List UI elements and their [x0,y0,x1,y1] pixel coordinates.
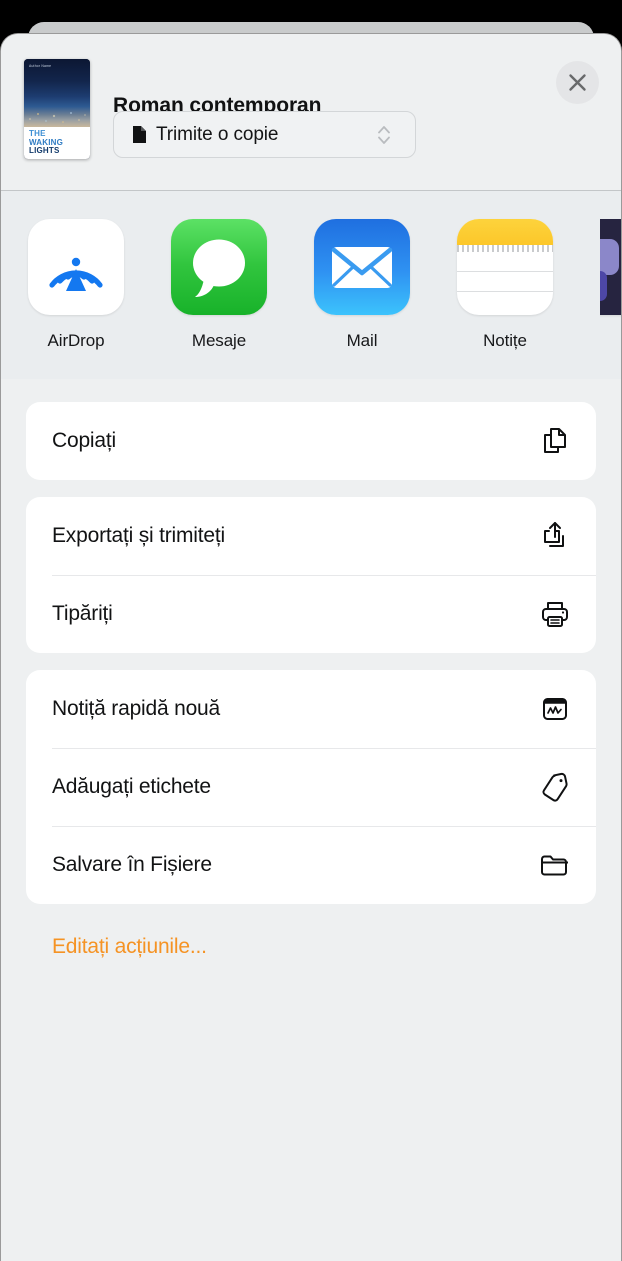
notes-icon [457,219,553,315]
action-group-3: Notiță rapidă nouă Adăugați etichete Sal… [26,670,596,904]
share-target-label: Notițe [483,331,527,350]
share-icon [537,518,573,554]
close-button[interactable] [556,61,599,104]
share-target-label: AirDrop [47,331,105,350]
folder-icon [537,847,573,883]
action-row-export-send[interactable]: Exportați și trimiteți [26,497,596,575]
action-group-2: Exportați și trimiteți Tipăriți [26,497,596,653]
sheet-header: Author Name THE WAKING LIGHTS Roman cont… [1,34,621,191]
cover-city-lights [24,107,90,127]
app-share-targets: AirDrop Mesaje Mail Notițe [1,191,621,379]
airdrop-icon [28,219,124,315]
book-cover-thumbnail: Author Name THE WAKING LIGHTS [24,59,90,159]
share-target-airdrop[interactable]: AirDrop [28,219,124,379]
partial-app-icon [600,219,621,315]
format-selector-value: Trimite o copie [156,123,279,145]
action-row-save-to-files[interactable]: Salvare în Fișiere [26,826,596,904]
share-target-partial[interactable] [600,219,621,379]
cover-title-band: THE WAKING LIGHTS [24,127,90,159]
document-icon [133,126,146,143]
notes-rule-line [457,271,553,272]
share-target-label: Mail [346,331,378,350]
notes-perforation [457,245,553,252]
share-target-messages[interactable]: Mesaje [171,219,267,379]
copy-icon [537,423,573,459]
share-target-notes[interactable]: Notițe [457,219,553,379]
cover-author: Author Name [29,64,52,68]
format-selector[interactable]: Trimite o copie [113,111,416,158]
quick-note-icon [537,691,573,727]
cover-title-line-3: LIGHTS [29,146,60,155]
action-groups: Copiați Exportați și trimiteți Tipăriți … [1,402,621,959]
close-icon [569,74,586,91]
notes-rule-line [457,291,553,292]
action-row-copy[interactable]: Copiați [26,402,596,480]
action-row-add-tags[interactable]: Adăugați etichete [26,748,596,826]
printer-icon [537,596,573,632]
tag-icon [537,769,573,805]
action-row-label: Adăugați etichete [52,775,211,798]
action-row-label: Copiați [52,429,116,452]
action-row-label: Notiță rapidă nouă [52,697,221,720]
action-row-quick-note[interactable]: Notiță rapidă nouă [26,670,596,748]
messages-icon [171,219,267,315]
action-row-print[interactable]: Tipăriți [26,575,596,653]
notes-top-band [457,219,553,245]
action-row-label: Exportați și trimiteți [52,524,225,547]
chevron-up-down-icon [378,125,390,144]
action-group-1: Copiați [26,402,596,480]
cover-title: THE WAKING LIGHTS [29,129,63,156]
share-sheet-screen: Author Name THE WAKING LIGHTS Roman cont… [0,0,622,1261]
mail-icon [314,219,410,315]
share-target-label: Mesaje [191,331,247,350]
action-row-label: Salvare în Fișiere [52,853,212,876]
share-target-mail[interactable]: Mail [314,219,410,379]
share-sheet: Author Name THE WAKING LIGHTS Roman cont… [0,33,622,1261]
action-row-label: Tipăriți [52,602,113,625]
edit-actions-link[interactable]: Editați acțiunile... [26,921,232,959]
